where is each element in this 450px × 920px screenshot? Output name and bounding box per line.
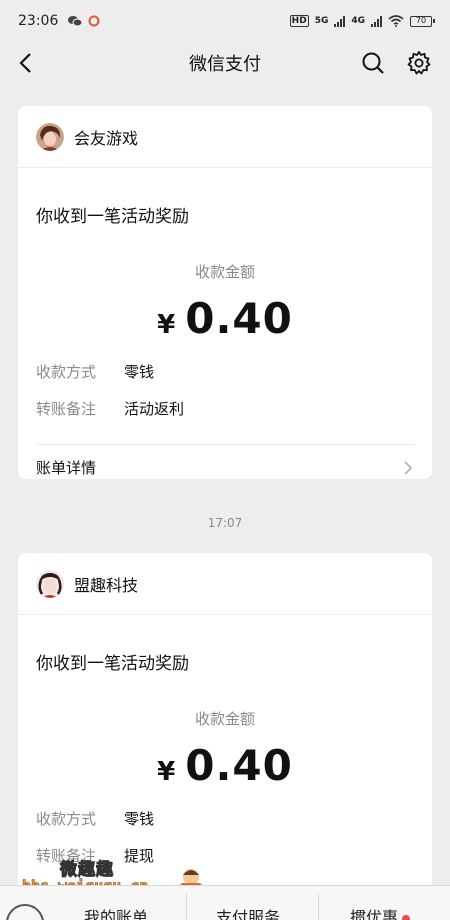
tab-divider	[186, 894, 187, 920]
battery-icon: 70	[410, 15, 435, 27]
chevron-right-icon	[404, 460, 413, 475]
detail-value: 零钱	[124, 810, 155, 828]
back-icon[interactable]	[14, 50, 40, 76]
amount-label: 收款金额	[194, 263, 255, 281]
merchant-avatar	[36, 122, 64, 151]
signal-5g-icon	[334, 15, 346, 27]
currency-symbol: ¥	[157, 757, 176, 787]
detail-value: 零钱	[124, 363, 155, 381]
amount-label: 收款金额	[194, 710, 255, 728]
card-header[interactable]: 会友游戏	[18, 106, 432, 168]
merchant-name: 会友游戏	[74, 128, 139, 148]
network-4g-label: 4G	[351, 16, 365, 26]
record-icon	[88, 15, 100, 27]
merchant-avatar	[36, 569, 64, 598]
tab-pay-service[interactable]: 支付服务	[216, 904, 280, 920]
detail-label: 收款方式	[36, 363, 97, 381]
bill-details-label: 账单详情	[36, 459, 97, 477]
payment-card[interactable]: 会友游戏 你收到一笔活动奖励 收款金额 ¥ 0.40 收款方式 零钱 转账备注 …	[18, 106, 432, 479]
status-bar: 23:06 HD 5G 4G 70	[0, 0, 450, 42]
amount-value: 0.40	[185, 294, 293, 343]
tab-my-bill[interactable]: 我的账单	[84, 904, 148, 920]
tab-deals[interactable]: 掼优惠	[350, 904, 411, 920]
bill-details-link[interactable]: 账单详情	[36, 444, 414, 479]
card-header[interactable]: 盟趣科技	[18, 553, 432, 615]
network-5g-label: 5G	[314, 16, 329, 26]
detail-list: 收款方式 零钱 转账备注 活动返利	[18, 353, 432, 427]
card-message: 你收到一笔活动奖励	[36, 207, 189, 227]
amount: ¥ 0.40	[18, 294, 432, 343]
detail-label: 收款方式	[36, 810, 97, 828]
wechat-icon	[68, 16, 83, 27]
status-right-icons: HD 5G 4G 70	[289, 15, 435, 27]
detail-row: 收款方式 零钱	[18, 353, 432, 390]
amount-value: 0.40	[185, 741, 293, 790]
nav-bar: 微信支付	[0, 42, 450, 84]
hd-badge: HD	[289, 15, 309, 27]
search-icon[interactable]	[360, 50, 386, 76]
tab-deals-label: 掼优惠	[350, 908, 399, 920]
bottom-tab-bar: 我的账单 支付服务 掼优惠	[0, 885, 450, 920]
status-time: 23:06	[18, 13, 59, 29]
message-timestamp: 17:07	[207, 516, 243, 530]
card-message: 你收到一笔活动奖励	[36, 654, 189, 674]
signal-4g-icon	[371, 15, 382, 27]
amount: ¥ 0.40	[18, 741, 432, 790]
currency-symbol: ¥	[157, 310, 176, 340]
wifi-icon	[388, 15, 404, 27]
detail-label: 转账备注	[36, 400, 97, 418]
gear-icon[interactable]	[406, 50, 432, 76]
payment-card[interactable]: 盟趣科技 你收到一笔活动奖励 收款金额 ¥ 0.40 收款方式 零钱 转账备注 …	[18, 553, 432, 893]
detail-row: 转账备注 活动返利	[18, 390, 432, 427]
detail-value: 活动返利	[124, 400, 185, 418]
status-notification-icons	[68, 15, 100, 27]
tab-divider	[318, 894, 319, 920]
page-title: 微信支付	[189, 54, 261, 75]
keyboard-icon[interactable]	[6, 904, 44, 920]
detail-row: 收款方式 零钱	[18, 800, 432, 837]
merchant-name: 盟趣科技	[74, 575, 139, 595]
notification-dot	[402, 914, 411, 920]
